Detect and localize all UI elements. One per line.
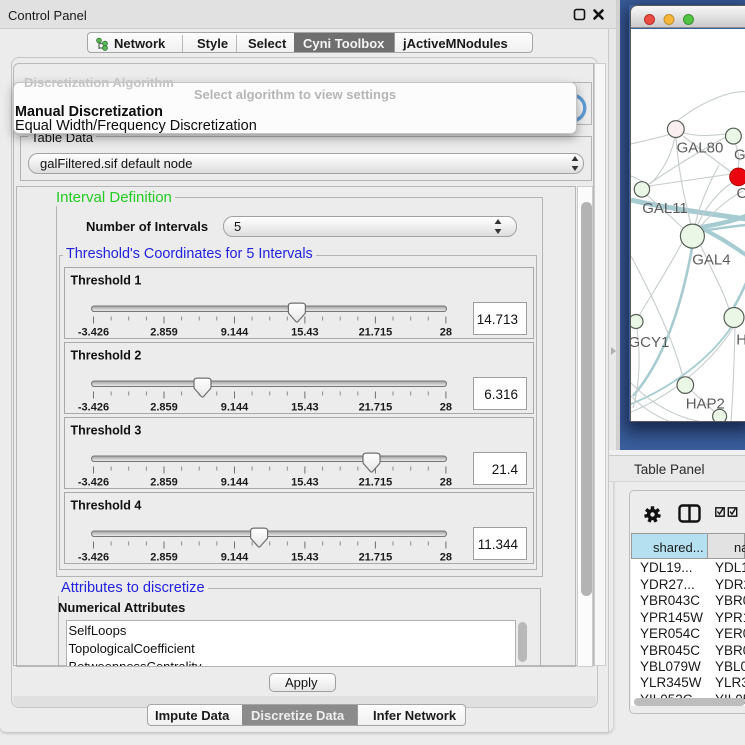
svg-text:HAP2: HAP2 [685, 395, 724, 412]
svg-text:Threshold 2: Threshold 2 [70, 348, 141, 362]
svg-text:21.715: 21.715 [358, 401, 392, 413]
svg-text:Threshold 3: Threshold 3 [70, 424, 141, 438]
svg-text:28: 28 [439, 326, 451, 338]
svg-text:28: 28 [439, 477, 451, 489]
svg-text:15.43: 15.43 [291, 326, 319, 338]
svg-text:-3.426: -3.426 [77, 326, 108, 338]
svg-text:Threshold 1: Threshold 1 [70, 273, 141, 287]
svg-text:-3.426: -3.426 [77, 477, 108, 489]
svg-text:21.4: 21.4 [491, 462, 518, 477]
svg-text:2.859: 2.859 [150, 401, 178, 413]
svg-text:GAL80: GAL80 [676, 139, 723, 156]
svg-text:2.859: 2.859 [150, 326, 178, 338]
svg-text:21.715: 21.715 [358, 552, 392, 564]
svg-text:14.713: 14.713 [476, 312, 517, 327]
svg-text:GAL11: GAL11 [642, 199, 688, 216]
svg-text:6.316: 6.316 [484, 387, 518, 402]
svg-text:21.715: 21.715 [358, 477, 392, 489]
svg-text:9.144: 9.144 [220, 552, 248, 564]
svg-text:Threshold 4: Threshold 4 [70, 499, 141, 513]
svg-text:15.43: 15.43 [291, 477, 319, 489]
svg-text:15.43: 15.43 [291, 401, 319, 413]
svg-text:9.144: 9.144 [220, 401, 248, 413]
svg-text:9.144: 9.144 [220, 326, 248, 338]
svg-text:2.859: 2.859 [150, 477, 178, 489]
svg-text:21.715: 21.715 [358, 326, 392, 338]
svg-text:11.344: 11.344 [477, 537, 518, 552]
svg-text:GAL4: GAL4 [692, 251, 730, 268]
svg-text:HI: HI [736, 331, 745, 348]
svg-text:9.144: 9.144 [220, 477, 248, 489]
svg-text:28: 28 [439, 401, 451, 413]
svg-text:28: 28 [439, 552, 451, 564]
svg-text:-3.426: -3.426 [77, 401, 108, 413]
svg-text:-3.426: -3.426 [77, 552, 108, 564]
svg-text:CY: CY [736, 185, 745, 202]
svg-text:15.43: 15.43 [291, 552, 319, 564]
svg-text:GCY1: GCY1 [631, 334, 669, 351]
svg-text:GA: GA [734, 146, 745, 163]
svg-text:2.859: 2.859 [150, 552, 178, 564]
